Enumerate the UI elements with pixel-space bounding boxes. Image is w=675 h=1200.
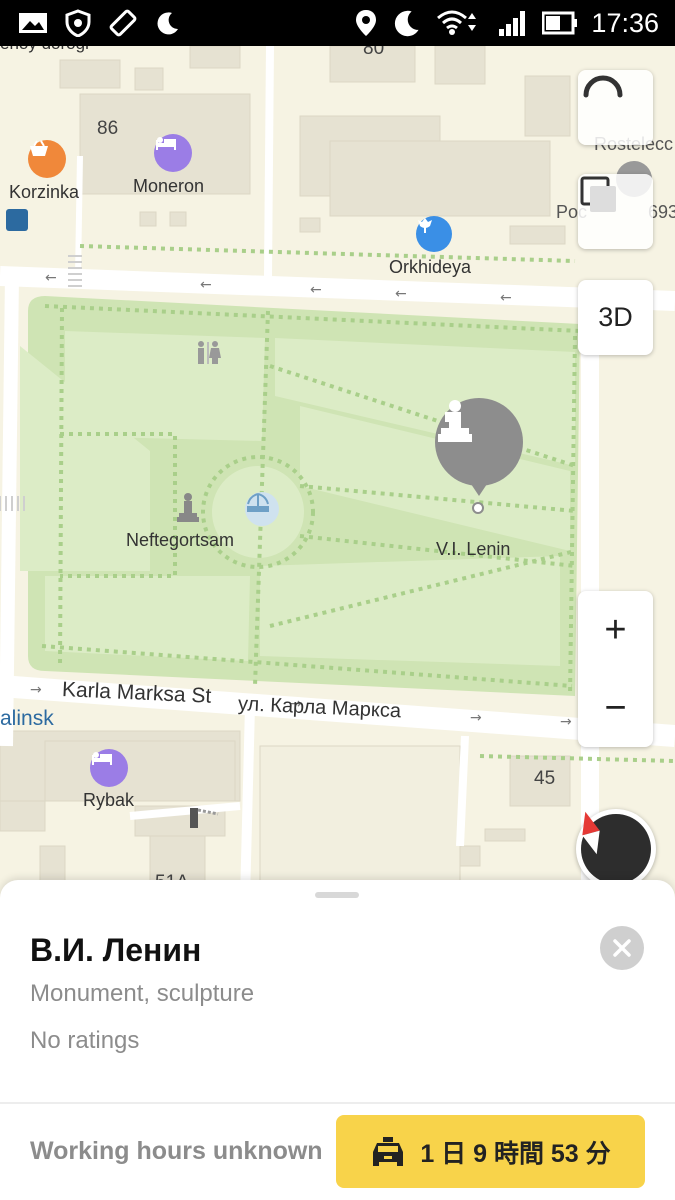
- building-number: 80: [363, 46, 385, 59]
- loading-button[interactable]: [578, 70, 653, 145]
- poi-label-rybak[interactable]: Rybak: [83, 790, 134, 811]
- gallery-icon: [18, 9, 48, 37]
- selected-monument-pin[interactable]: [435, 398, 523, 496]
- building-number: 45: [534, 768, 556, 789]
- rybak-hotel-icon[interactable]: [90, 749, 128, 787]
- taxi-icon: [373, 1136, 404, 1166]
- svg-text:←: ←: [310, 282, 322, 298]
- svg-text:→: →: [30, 682, 42, 698]
- poi-label-moneron[interactable]: Moneron: [133, 176, 204, 197]
- layers-icon: [580, 176, 616, 212]
- compass-icon: [581, 811, 651, 884]
- orkhideya-flower-shop-icon[interactable]: [416, 216, 452, 252]
- zoom-in-button[interactable]: +: [578, 591, 653, 669]
- place-category: Monument, sculpture: [30, 980, 255, 1007]
- svg-text:←: ←: [45, 270, 57, 286]
- 3d-toggle-button[interactable]: 3D: [578, 280, 653, 355]
- poi-label-korzinka[interactable]: Korzinka: [9, 182, 79, 203]
- moon-icon: [392, 9, 422, 37]
- city-label: alinsk: [0, 707, 54, 730]
- poi-label-lenin[interactable]: V.I. Lenin: [436, 539, 510, 560]
- screen-rotation-icon: [108, 9, 138, 37]
- svg-text:←: ←: [395, 286, 407, 302]
- pin-location-dot: [472, 502, 484, 514]
- location-icon: [355, 9, 377, 37]
- moon-icon: [155, 9, 181, 37]
- zoom-controls: + −: [578, 591, 653, 747]
- layers-button[interactable]: [578, 174, 653, 249]
- card-drag-handle[interactable]: [315, 892, 359, 898]
- status-bar: 17:36: [0, 0, 675, 46]
- bus-stop-icon[interactable]: [6, 209, 28, 231]
- map-view[interactable]: ← ← ← ← ← → → → → 80 86 45 51A enoy doro…: [0, 46, 675, 900]
- fountain-icon[interactable]: [245, 492, 279, 526]
- place-title: В.И. Ленин: [30, 932, 202, 968]
- close-card-button[interactable]: [600, 926, 644, 970]
- building-number: 86: [97, 118, 119, 139]
- status-time: 17:36: [591, 8, 659, 38]
- battery-icon: [542, 9, 578, 37]
- poi-label-orkhideya[interactable]: Orkhideya: [389, 257, 471, 278]
- place-card[interactable]: В.И. Ленин Monument, sculpture No rating…: [0, 880, 675, 1200]
- working-hours: Working hours unknown: [30, 1137, 323, 1165]
- svg-text:←: ←: [500, 290, 512, 306]
- loading-spinner-icon: [583, 75, 623, 98]
- moneron-hotel-icon[interactable]: [154, 134, 192, 172]
- taxi-eta-label: 1 日 9 時間 53 分: [420, 1139, 611, 1168]
- compass-button[interactable]: [576, 809, 656, 889]
- zoom-out-button[interactable]: −: [578, 669, 653, 747]
- korzinka-shop-icon[interactable]: [28, 140, 66, 178]
- wifi-icon: [436, 9, 478, 37]
- svg-text:→: →: [470, 710, 482, 726]
- signal-icon: [497, 9, 529, 37]
- svg-text:←: ←: [200, 277, 212, 293]
- poi-label-neftegortsam[interactable]: Neftegortsam: [126, 530, 234, 551]
- close-icon: [613, 939, 631, 957]
- taxi-button[interactable]: 1 日 9 時間 53 分: [336, 1115, 645, 1188]
- svg-text:→: →: [560, 714, 572, 730]
- divider: [0, 1102, 675, 1104]
- place-rating: No ratings: [30, 1027, 140, 1054]
- road-label: enoy dorogi: [0, 46, 89, 54]
- shield-icon: [64, 9, 92, 37]
